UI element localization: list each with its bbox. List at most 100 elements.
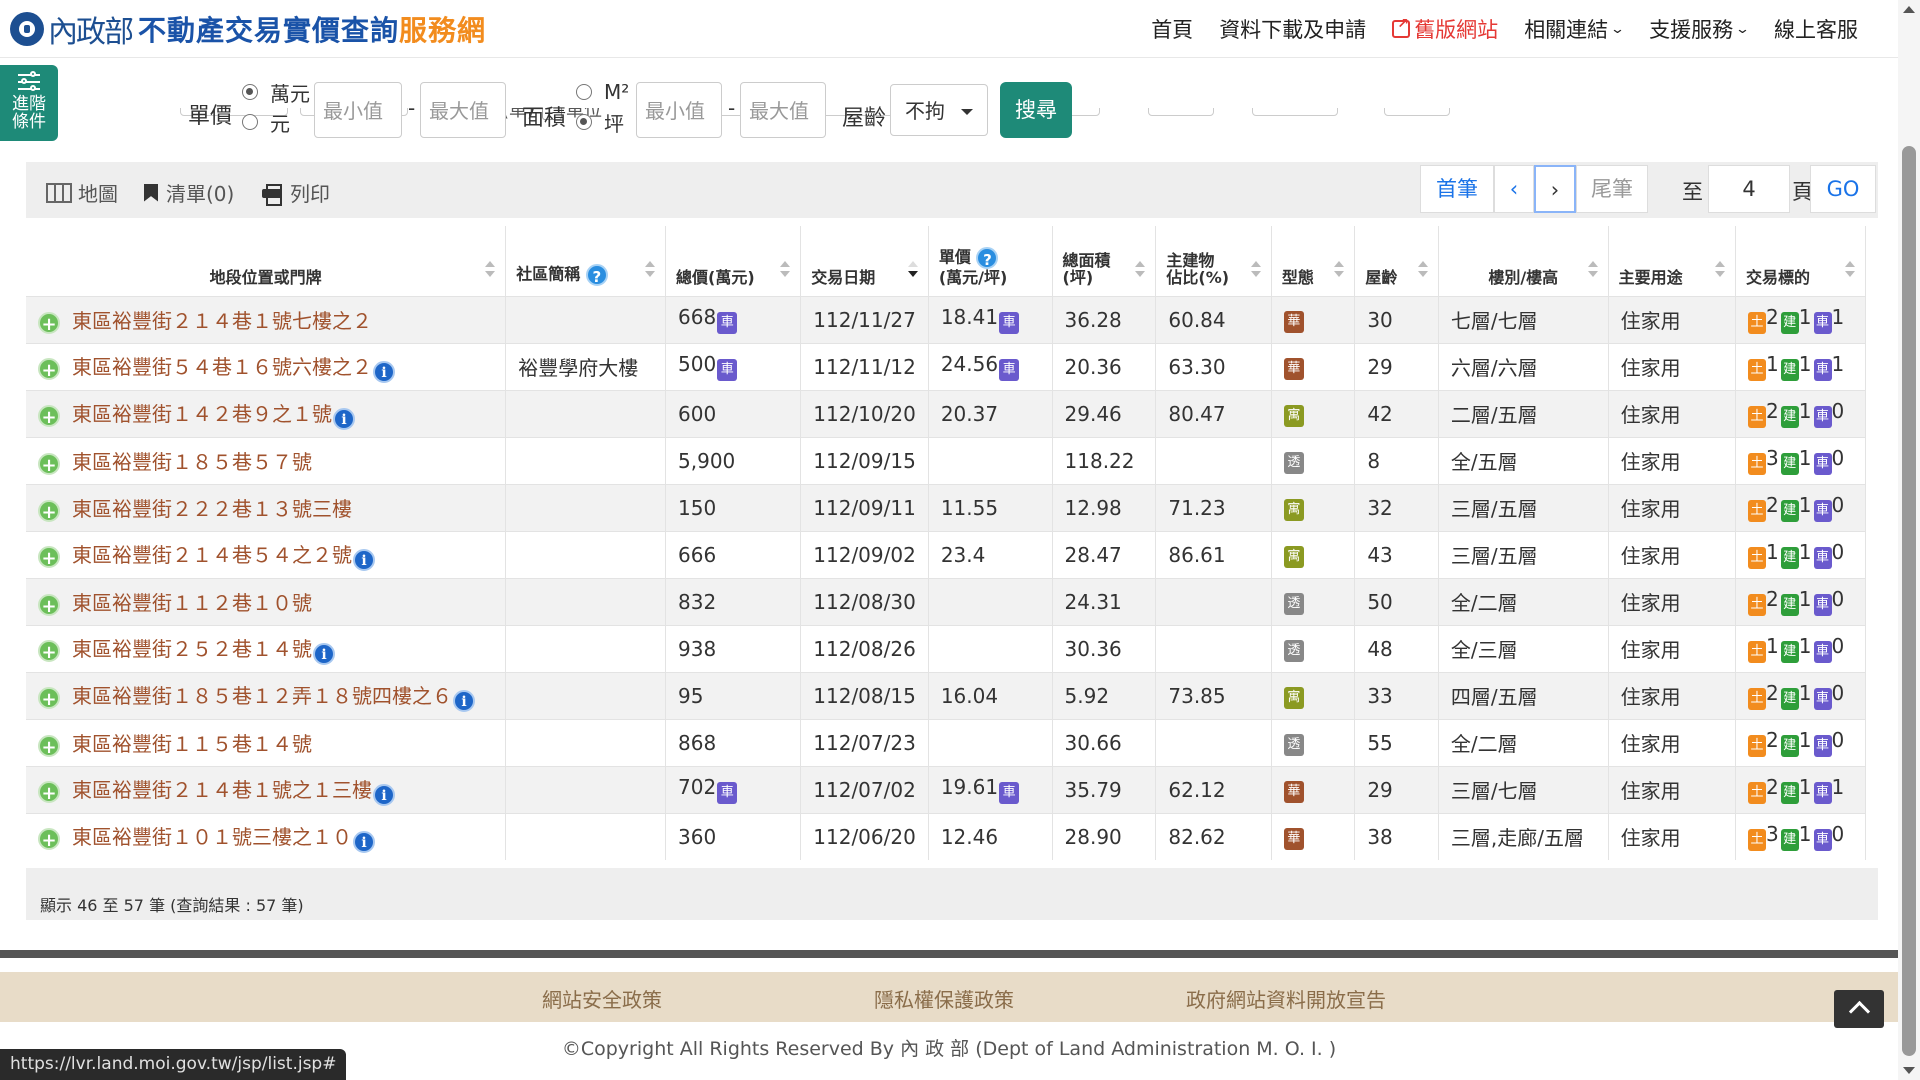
- cell-address[interactable]: + 東區裕豐街１１５巷１４號: [26, 718, 507, 766]
- table-row[interactable]: + 東區裕豐街１８５巷５７號 5,900 112/09/15 118.22 透 8 全/五層住…: [26, 436, 1866, 484]
- building-age-select[interactable]: 不拘: [890, 84, 988, 136]
- expand-plus-icon[interactable]: +: [38, 545, 60, 569]
- last-page-button[interactable]: 尾筆: [1576, 165, 1648, 213]
- partial-input[interactable]: [1252, 108, 1338, 116]
- go-button[interactable]: GO: [1810, 165, 1876, 213]
- partial-input[interactable]: [1148, 108, 1214, 116]
- next-page-button[interactable]: ›: [1534, 165, 1576, 213]
- nav-online-service[interactable]: 線上客服: [1774, 14, 1858, 44]
- col-age[interactable]: 屋齡: [1354, 226, 1439, 296]
- info-icon[interactable]: i: [353, 830, 375, 853]
- cell-address[interactable]: + 東區裕豐街１８５巷１２弄１８號四樓之６ i: [26, 671, 507, 719]
- scroll-up-arrow-icon[interactable]: [1903, 6, 1915, 13]
- radio-unselected[interactable]: [242, 114, 258, 130]
- expand-plus-icon[interactable]: +: [38, 827, 60, 851]
- address-link[interactable]: 東區裕豐街２１４巷１號之１三樓: [72, 778, 372, 802]
- expand-plus-icon[interactable]: +: [38, 312, 60, 335]
- footer-link-security[interactable]: 網站安全政策: [542, 984, 662, 1013]
- radio-unselected[interactable]: [576, 84, 592, 100]
- page-scrollbar[interactable]: [1898, 0, 1920, 1080]
- cell-address[interactable]: + 東區裕豐街１１２巷１０號: [26, 577, 507, 625]
- table-row[interactable]: + 東區裕豐街２１４巷５４之２號 i 666 112/09/02 23.4 28.47 86.…: [26, 530, 1866, 578]
- table-row[interactable]: + 東區裕豐街１１５巷１４號 868 112/07/23 30.66 透 55 全/二層 住家用…: [26, 718, 1866, 766]
- table-row[interactable]: + 東區裕豐街１４２巷９之１號 i 600 112/10/20 20.37 29.46 80.…: [26, 389, 1866, 437]
- scroll-thumb[interactable]: [1902, 146, 1916, 1056]
- print-button[interactable]: 列印: [262, 178, 330, 207]
- help-icon[interactable]: ?: [585, 263, 608, 286]
- site-logo[interactable]: 內政部 不動產交易實價查詢服務網: [10, 8, 486, 50]
- col-floor[interactable]: 樓別/樓高: [1438, 226, 1609, 296]
- area-option-ping[interactable]: 坪: [576, 107, 629, 137]
- nav-download[interactable]: 資料下載及申請: [1219, 14, 1366, 44]
- col-main-building-ratio[interactable]: 主建物 佔比(%): [1155, 226, 1272, 296]
- nav-old-site[interactable]: 舊版網站: [1392, 14, 1498, 44]
- table-row[interactable]: + 東區裕豐街１０１號三樓之１０ i 360 112/06/20 12.46 28.90 82…: [26, 812, 1866, 860]
- address-link[interactable]: 東區裕豐街１１５巷１４號: [72, 732, 312, 756]
- info-icon[interactable]: i: [333, 407, 355, 430]
- page-number-input[interactable]: 4: [1708, 165, 1790, 213]
- partial-input[interactable]: [1384, 108, 1450, 116]
- unit-price-max-input[interactable]: 最大值: [420, 82, 506, 138]
- info-icon[interactable]: i: [353, 548, 375, 571]
- cell-address[interactable]: + 東區裕豐街１４２巷９之１號 i: [26, 389, 507, 437]
- scroll-down-arrow-icon[interactable]: [1903, 1067, 1915, 1074]
- address-link[interactable]: 東區裕豐街１８５巷５７號: [72, 450, 312, 474]
- unit-option-wan[interactable]: 萬元: [242, 77, 310, 107]
- table-row[interactable]: + 東區裕豐街２１４巷１號之１三樓 i 702 車 112/07/02 19.61 車 35.7…: [26, 765, 1866, 813]
- cell-address[interactable]: + 東區裕豐街２２２巷１３號三樓: [26, 483, 507, 531]
- col-total-price[interactable]: 總價(萬元): [665, 226, 802, 296]
- address-link[interactable]: 東區裕豐街２２２巷１３號三樓: [72, 497, 352, 521]
- back-to-top-button[interactable]: [1834, 990, 1884, 1028]
- cell-address[interactable]: + 東區裕豐街２１４巷１號之１三樓 i: [26, 765, 507, 813]
- cell-address[interactable]: + 東區裕豐街２１４巷１號七樓之２: [26, 295, 507, 343]
- saved-list-button[interactable]: 清單(0): [144, 178, 234, 207]
- expand-plus-icon[interactable]: +: [38, 404, 60, 428]
- address-link[interactable]: 東區裕豐街２５２巷１４號: [72, 637, 312, 661]
- col-usage[interactable]: 主要用途: [1608, 226, 1737, 296]
- area-option-m2[interactable]: M²: [576, 77, 629, 107]
- expand-plus-icon[interactable]: +: [38, 500, 60, 523]
- col-area[interactable]: 總面積 (坪): [1052, 226, 1157, 296]
- map-view-button[interactable]: 地圖: [46, 178, 118, 207]
- prev-page-button[interactable]: ‹: [1494, 165, 1534, 213]
- table-row[interactable]: + 東區裕豐街２５２巷１４號 i 938 112/08/26 30.36 透 48 全/三層 住家…: [26, 624, 1866, 672]
- nav-home[interactable]: 首頁: [1151, 14, 1193, 44]
- search-button[interactable]: 搜尋: [1000, 82, 1072, 138]
- unit-option-yuan[interactable]: 元: [242, 107, 310, 137]
- table-row[interactable]: + 東區裕豐街１１２巷１０號 832 112/08/30 24.31 透 50 全/二層 住家用…: [26, 577, 1866, 625]
- radio-selected[interactable]: [242, 84, 258, 100]
- nav-support[interactable]: 支援服務 ⌄: [1649, 14, 1750, 44]
- unit-price-min-input[interactable]: 最小值: [314, 82, 402, 138]
- address-link[interactable]: 東區裕豐街２１４巷１號七樓之２: [72, 309, 372, 333]
- area-max-input[interactable]: 最大值: [740, 82, 826, 138]
- table-row[interactable]: + 東區裕豐街１８５巷１２弄１８號四樓之６ i 95 112/08/15 16.04 5.9…: [26, 671, 1866, 719]
- address-link[interactable]: 東區裕豐街１８５巷１２弄１８號四樓之６: [72, 684, 452, 708]
- col-community[interactable]: 社區簡稱 ?: [505, 226, 667, 296]
- expand-plus-icon[interactable]: +: [38, 357, 60, 381]
- expand-plus-icon[interactable]: +: [38, 594, 60, 617]
- col-target[interactable]: 交易標的: [1735, 226, 1866, 296]
- col-unit-price[interactable]: 單價 ? (萬元/坪): [928, 226, 1053, 296]
- radio-selected[interactable]: [576, 114, 592, 130]
- cell-address[interactable]: + 東區裕豐街２５２巷１４號 i: [26, 624, 507, 672]
- col-date[interactable]: 交易日期: [800, 226, 929, 296]
- info-icon[interactable]: i: [373, 783, 395, 806]
- address-link[interactable]: 東區裕豐街２１４巷５４之２號: [72, 543, 352, 567]
- address-link[interactable]: 東區裕豐街１１２巷１０號: [72, 591, 312, 615]
- col-type[interactable]: 型態: [1271, 226, 1356, 296]
- info-icon[interactable]: i: [453, 689, 475, 712]
- expand-plus-icon[interactable]: +: [38, 780, 60, 804]
- expand-plus-icon[interactable]: +: [38, 639, 60, 663]
- advanced-filter-button[interactable]: 進階 條件: [0, 65, 58, 141]
- info-icon[interactable]: i: [313, 642, 335, 665]
- expand-plus-icon[interactable]: +: [38, 453, 60, 476]
- footer-link-privacy[interactable]: 隱私權保護政策: [874, 984, 1014, 1013]
- table-row[interactable]: + 東區裕豐街２１４巷１號七樓之２ 668 車 112/11/27 18.41 車 36.28…: [26, 295, 1866, 343]
- address-link[interactable]: 東區裕豐街１０１號三樓之１０: [72, 825, 352, 849]
- table-row[interactable]: + 東區裕豐街２２２巷１３號三樓 150 112/09/11 11.55 12.98 71.…: [26, 483, 1866, 531]
- cell-address[interactable]: + 東區裕豐街２１４巷５４之２號 i: [26, 530, 507, 578]
- address-link[interactable]: 東區裕豐街５４巷１６號六樓之２: [72, 355, 372, 379]
- first-page-button[interactable]: 首筆: [1420, 165, 1494, 213]
- cell-address[interactable]: + 東區裕豐街１８５巷５７號: [26, 436, 507, 484]
- address-link[interactable]: 東區裕豐街１４２巷９之１號: [72, 402, 332, 426]
